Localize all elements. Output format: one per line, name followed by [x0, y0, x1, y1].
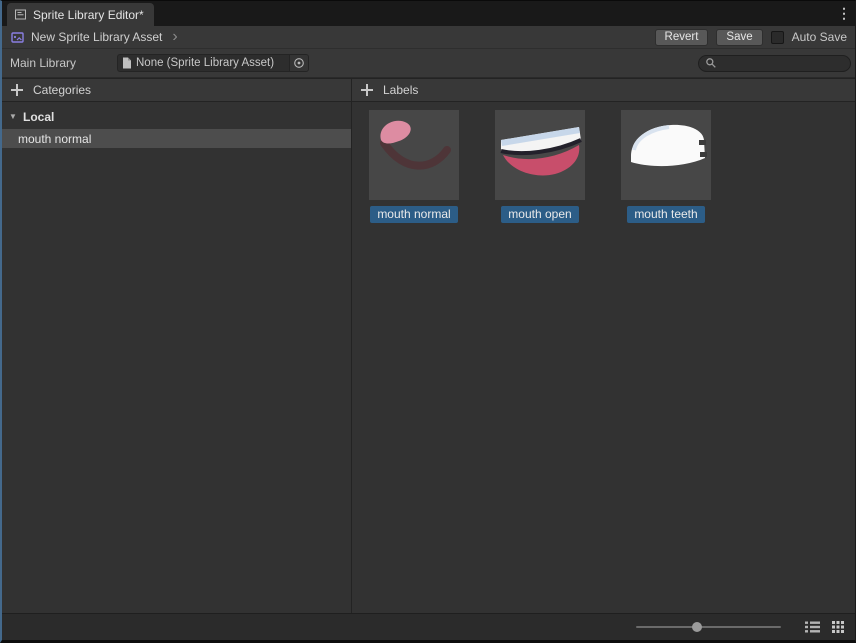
tab-sprite-library-editor[interactable]: Sprite Library Editor*	[7, 3, 154, 26]
object-picker-icon	[293, 57, 305, 69]
grid-view-icon	[832, 621, 844, 633]
tab-title: Sprite Library Editor*	[33, 8, 144, 22]
sprite-thumbnail-mouth-normal[interactable]	[369, 110, 459, 200]
panels: ▼ Local mouth normal mouth normal	[2, 102, 855, 613]
category-row-mouth-normal[interactable]: mouth normal	[2, 129, 351, 148]
grid-view-button[interactable]	[829, 618, 847, 636]
search-icon	[705, 57, 717, 69]
categories-panel: ▼ Local mouth normal	[2, 102, 352, 613]
add-category-icon[interactable]	[11, 84, 23, 96]
list-view-icon	[805, 621, 820, 633]
toolbar: New Sprite Library Asset › Revert Save A…	[2, 26, 855, 49]
local-foldout[interactable]: ▼ Local	[2, 107, 351, 126]
list-view-button[interactable]	[803, 618, 821, 636]
label-cell-mouth-open[interactable]: mouth open	[495, 110, 585, 223]
local-foldout-label: Local	[23, 110, 54, 124]
search-input[interactable]	[717, 57, 850, 69]
labels-panel: mouth normal mouth open	[352, 102, 855, 613]
thumbnail-size-slider[interactable]	[636, 622, 781, 632]
revert-button[interactable]: Revert	[655, 29, 709, 46]
labels-header-label: Labels	[383, 83, 418, 97]
sprite-label-mouth-teeth[interactable]: mouth teeth	[627, 206, 704, 223]
panel-headers: Categories Labels	[2, 78, 855, 102]
categories-header: Categories	[2, 79, 352, 101]
asset-document-icon	[118, 57, 132, 69]
foldout-arrow-icon: ▼	[9, 112, 20, 121]
tab-bar: Sprite Library Editor* ⋮	[2, 1, 855, 26]
auto-save-label: Auto Save	[792, 30, 847, 44]
add-label-icon[interactable]	[361, 84, 373, 96]
main-library-label: Main Library	[10, 56, 117, 70]
breadcrumb-separator-icon: ›	[172, 32, 177, 42]
status-bar	[2, 613, 855, 640]
sprite-thumbnail-mouth-open[interactable]	[495, 110, 585, 200]
save-button[interactable]: Save	[716, 29, 762, 46]
sprite-label-mouth-normal[interactable]: mouth normal	[370, 206, 457, 223]
auto-save-checkbox[interactable]	[771, 31, 784, 44]
main-library-row: Main Library None (Sprite Library Asset)	[2, 49, 855, 78]
object-field-value: None (Sprite Library Asset)	[132, 57, 289, 69]
label-cell-mouth-normal[interactable]: mouth normal	[369, 110, 459, 223]
window-menu-button[interactable]: ⋮	[833, 1, 855, 26]
slider-track[interactable]	[636, 626, 781, 628]
breadcrumb[interactable]: New Sprite Library Asset ›	[10, 30, 178, 45]
object-picker-button[interactable]	[289, 55, 308, 71]
sprite-library-asset-icon	[10, 30, 25, 45]
label-cell-mouth-teeth[interactable]: mouth teeth	[621, 110, 711, 223]
toolbar-actions: Revert Save Auto Save	[655, 29, 855, 46]
sprite-library-editor-window: Sprite Library Editor* ⋮ New Sprite Libr…	[0, 0, 856, 643]
sprite-thumbnail-mouth-teeth[interactable]	[621, 110, 711, 200]
sprite-label-mouth-open[interactable]: mouth open	[501, 206, 578, 223]
categories-header-label: Categories	[33, 83, 91, 97]
breadcrumb-label: New Sprite Library Asset	[31, 30, 162, 44]
slider-thumb[interactable]	[692, 622, 702, 632]
labels-header: Labels	[352, 79, 855, 101]
main-library-object-field[interactable]: None (Sprite Library Asset)	[117, 54, 309, 72]
search-field[interactable]	[698, 55, 851, 72]
sprite-library-editor-tab-icon	[14, 8, 27, 21]
